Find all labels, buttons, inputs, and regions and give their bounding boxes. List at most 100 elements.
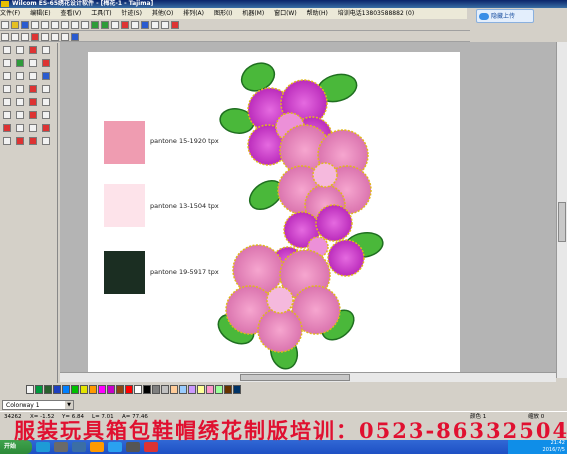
palette-color-17[interactable]: [170, 385, 178, 394]
palette-color-15[interactable]: [152, 385, 160, 394]
colorway-select[interactable]: Colorway 1 ▼: [2, 400, 74, 410]
menu-item-graphics[interactable]: 图形(I): [214, 10, 232, 17]
color-icon[interactable]: [171, 21, 179, 29]
share-upload-button[interactable]: 隐藏上传: [476, 9, 534, 23]
satin-icon[interactable]: [42, 59, 50, 67]
menu-item-machine[interactable]: 机器(M): [242, 10, 264, 17]
outline-icon[interactable]: [42, 85, 50, 93]
tatami-icon[interactable]: [3, 72, 11, 80]
trace-icon[interactable]: [3, 98, 11, 106]
palette-color-4[interactable]: [53, 385, 61, 394]
monogram-icon[interactable]: [16, 85, 24, 93]
ungroup-icon[interactable]: [61, 33, 69, 41]
select-icon[interactable]: [1, 33, 9, 41]
palette-color-18[interactable]: [179, 385, 187, 394]
palette-color-19[interactable]: [188, 385, 196, 394]
sequin-icon[interactable]: [16, 137, 24, 145]
palette-color-20[interactable]: [197, 385, 205, 394]
circle-icon[interactable]: [29, 46, 37, 54]
lock-icon[interactable]: [71, 33, 79, 41]
open-icon[interactable]: [11, 21, 19, 29]
column-icon[interactable]: [16, 72, 24, 80]
stitch-icon[interactable]: [121, 21, 129, 29]
palette-color-21[interactable]: [206, 385, 214, 394]
new-icon[interactable]: [1, 21, 9, 29]
menu-item-file[interactable]: 文件(F): [0, 10, 20, 17]
hoop-icon[interactable]: [131, 21, 139, 29]
mirror-icon[interactable]: [21, 33, 29, 41]
menu-item-training[interactable]: 培训电话13803588882 (0): [338, 10, 414, 17]
align-icon[interactable]: [41, 33, 49, 41]
preview-icon[interactable]: [161, 21, 169, 29]
menu-item-arrange[interactable]: 排列(A): [183, 10, 204, 17]
palette-color-14[interactable]: [143, 385, 151, 394]
palette-color-2[interactable]: [35, 385, 43, 394]
palette-color-23[interactable]: [224, 385, 232, 394]
stop-icon[interactable]: [29, 111, 37, 119]
menu-item-stitch[interactable]: 针迹(S): [121, 10, 142, 17]
motif-icon[interactable]: [29, 85, 37, 93]
copy-icon[interactable]: [51, 21, 59, 29]
vertical-scrollbar[interactable]: [556, 42, 567, 378]
palette-color-13[interactable]: [134, 385, 142, 394]
chenille-icon[interactable]: [3, 137, 11, 145]
print-icon[interactable]: [31, 21, 39, 29]
sequence-icon[interactable]: [42, 98, 50, 106]
blackwork-icon[interactable]: [29, 137, 37, 145]
palette-color-10[interactable]: [107, 385, 115, 394]
needle-icon[interactable]: [29, 98, 37, 106]
cross-stitch-icon[interactable]: [42, 137, 50, 145]
complex-fill-icon[interactable]: [29, 72, 37, 80]
fill-icon[interactable]: [16, 59, 24, 67]
palette-color-12[interactable]: [125, 385, 133, 394]
horizontal-scroll-thumb[interactable]: [240, 374, 350, 381]
palette-color-5[interactable]: [62, 385, 70, 394]
paste-icon[interactable]: [61, 21, 69, 29]
underlay-icon[interactable]: [3, 124, 11, 132]
lace-icon[interactable]: [42, 124, 50, 132]
grid-icon[interactable]: [111, 21, 119, 29]
palette-color-9[interactable]: [98, 385, 106, 394]
text-icon[interactable]: [3, 85, 11, 93]
rotate-icon[interactable]: [31, 33, 39, 41]
vertical-scroll-thumb[interactable]: [558, 202, 566, 242]
rectangle-icon[interactable]: [42, 46, 50, 54]
pull-comp-icon[interactable]: [16, 124, 24, 132]
polygon-select-icon[interactable]: [16, 46, 24, 54]
jump-icon[interactable]: [16, 111, 24, 119]
palette-color-6[interactable]: [71, 385, 79, 394]
zoom-out-icon[interactable]: [101, 21, 109, 29]
menu-item-window[interactable]: 窗口(W): [274, 10, 297, 17]
trim-icon[interactable]: [3, 111, 11, 119]
density-icon[interactable]: [42, 111, 50, 119]
menu-item-edit[interactable]: 编辑(E): [30, 10, 50, 17]
chevron-down-icon[interactable]: ▼: [65, 401, 73, 409]
palette-color-7[interactable]: [80, 385, 88, 394]
ruler-icon[interactable]: [141, 21, 149, 29]
palette-color-1[interactable]: [26, 385, 34, 394]
palette-color-22[interactable]: [215, 385, 223, 394]
run-stitch-icon[interactable]: [29, 59, 37, 67]
measure-icon[interactable]: [151, 21, 159, 29]
redo-icon[interactable]: [81, 21, 89, 29]
save-icon[interactable]: [21, 21, 29, 29]
group-icon[interactable]: [51, 33, 59, 41]
cut-icon[interactable]: [41, 21, 49, 29]
appliqué-icon[interactable]: [42, 72, 50, 80]
palette-color-8[interactable]: [89, 385, 97, 394]
undo-icon[interactable]: [71, 21, 79, 29]
menu-item-tools[interactable]: 工具(T): [91, 10, 111, 17]
menu-item-other[interactable]: 其他(O): [152, 10, 173, 17]
palette-color-11[interactable]: [116, 385, 124, 394]
contour-icon[interactable]: [16, 98, 24, 106]
node-icon[interactable]: [3, 59, 11, 67]
angle-icon[interactable]: [29, 124, 37, 132]
palette-color-3[interactable]: [44, 385, 52, 394]
reshape-icon[interactable]: [11, 33, 19, 41]
zoom-in-icon[interactable]: [91, 21, 99, 29]
menu-item-view[interactable]: 查看(V): [60, 10, 81, 17]
palette-color-16[interactable]: [161, 385, 169, 394]
flower-embroidery-design[interactable]: [210, 55, 385, 375]
horizontal-scrollbar[interactable]: [60, 372, 556, 382]
pointer-icon[interactable]: [3, 46, 11, 54]
